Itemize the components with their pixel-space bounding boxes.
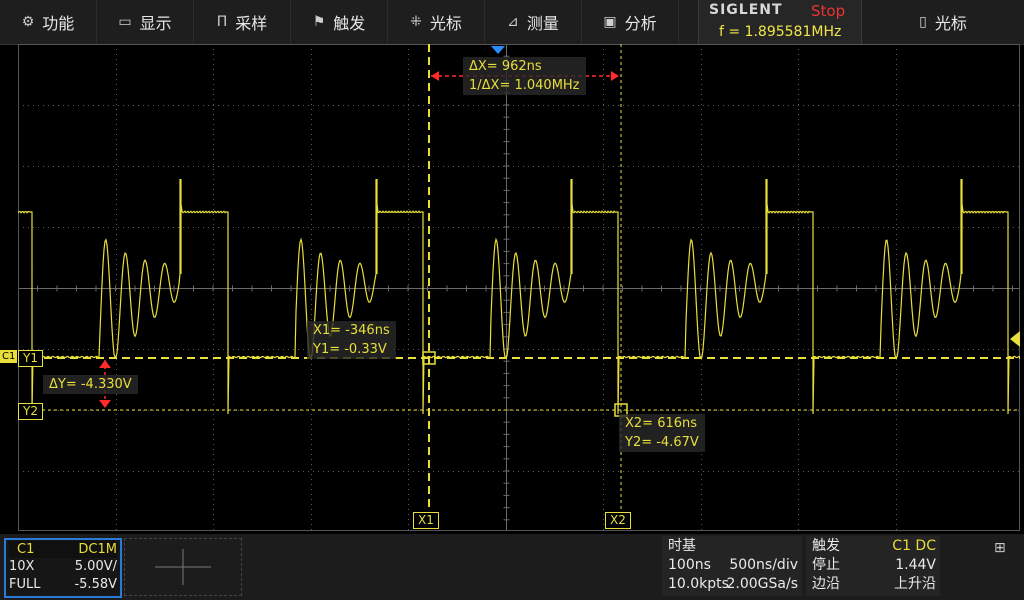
plus-icon: [155, 549, 211, 585]
cursor-softkey-icon: ▯: [919, 14, 927, 30]
trigger-source: C1 DC: [892, 538, 936, 554]
trigger-position-marker[interactable]: [491, 46, 505, 54]
channel1-label: C1: [17, 542, 35, 557]
waveform-display[interactable]: [18, 44, 1020, 531]
display-icon: ▭: [118, 14, 132, 30]
menu-analysis-label: 分析: [624, 14, 657, 33]
timebase-panel[interactable]: 时基 100ns 500ns/div 10.0kpts 2.00GSa/s: [662, 536, 802, 596]
delta-y-readout: ΔY= -4.330V: [43, 375, 138, 394]
trigger-title: 触发: [812, 538, 840, 554]
graticule: [18, 44, 1020, 531]
channel1-probe: 10X: [9, 559, 35, 574]
timebase-delay: 100ns: [668, 557, 711, 573]
trigger-slope: 上升沿: [894, 576, 936, 592]
menu-cursor-button[interactable]: ⁜ 光标: [388, 0, 485, 44]
menu-function-button[interactable]: ⚙ 功能: [0, 0, 97, 44]
menu-acquire-button[interactable]: Π 采样: [194, 0, 291, 44]
channel1-row-probe: 10X 5.00V/: [9, 558, 117, 575]
analysis-icon: ▣: [603, 14, 617, 30]
channel1-panel[interactable]: C1 DC1M 10X 5.00V/ FULL -5.58V: [4, 538, 122, 598]
inverse-delta-x-value: 1/ΔX= 1.040MHz: [469, 78, 580, 93]
menu-cursor-label: 光标: [429, 14, 462, 33]
delta-y-value: ΔY= -4.330V: [49, 377, 132, 392]
brand-logo: SIGLENT: [709, 2, 783, 18]
channel1-scale: 5.00V/: [74, 559, 117, 574]
cursor-y2-tag[interactable]: Y2: [18, 403, 43, 420]
cursor-2-readout: X2= 616ns Y2= -4.67V: [619, 414, 705, 452]
timebase-sample-rate: 2.00GSa/s: [726, 576, 799, 592]
crosshair-icon: ⁜: [410, 14, 422, 30]
cursor-y1-tag[interactable]: Y1: [18, 350, 43, 367]
cursor-x2-tag[interactable]: X2: [605, 512, 631, 529]
trigger-state: 停止: [812, 557, 840, 573]
flag-icon: ⚑: [312, 14, 326, 30]
grid-border: [18, 44, 1020, 531]
trigger-level: 1.44V: [895, 557, 936, 573]
x1-value: X1= -346ns: [313, 323, 390, 338]
channel1-row-offset: FULL -5.58V: [9, 576, 117, 593]
menu-display-label: 显示: [139, 14, 172, 33]
timebase-scale: 500ns/div: [729, 557, 798, 573]
trigger-type: 边沿: [812, 576, 840, 592]
menu-measure-label: 测量: [526, 14, 559, 33]
graticule-axes: [18, 44, 1020, 531]
utility-icon[interactable]: ⊞: [994, 540, 1006, 556]
menu-acquire-label: 采样: [235, 14, 268, 33]
cursor-x1-tag[interactable]: X1: [413, 512, 439, 529]
channel1-waveform: [18, 179, 1020, 415]
channel1-offset-marker[interactable]: C1: [0, 350, 18, 363]
cursor-1-readout: X1= -346ns Y1= -0.33V: [307, 321, 396, 359]
menu-trigger-button[interactable]: ⚑ 触发: [291, 0, 388, 44]
channel1-coupling: DC1M: [78, 542, 117, 557]
menu-bar: ⚙ 功能 ▭ 显示 Π 采样 ⚑ 触发 ⁜ 光标 ⊿ 测量 ▣ 分析 SIGLE…: [0, 0, 1024, 45]
trigger-level-marker[interactable]: [1010, 331, 1020, 347]
menu-analysis-button[interactable]: ▣ 分析: [582, 0, 679, 44]
trigger-panel[interactable]: 触发 C1 DC 停止 1.44V 边沿 上升沿: [806, 536, 940, 596]
delta-x-value: ΔX= 962ns: [469, 59, 542, 74]
gear-icon: ⚙: [21, 14, 35, 30]
softkey-cursor-button[interactable]: ▯ 光标: [862, 0, 1024, 44]
y1-value: Y1= -0.33V: [313, 342, 387, 357]
acquire-icon: Π: [216, 14, 228, 30]
channel1-header: C1 DC1M: [9, 541, 117, 558]
add-channel-panel[interactable]: [124, 538, 242, 596]
timebase-memory: 10.0kpts: [668, 576, 729, 592]
x2-value: X2= 616ns: [625, 416, 698, 431]
menu-display-button[interactable]: ▭ 显示: [97, 0, 194, 44]
brand-status: SIGLENT Stop f = 1.895581MHz: [698, 0, 862, 44]
run-stop-status[interactable]: Stop: [811, 2, 845, 20]
frequency-counter: f = 1.895581MHz: [719, 24, 842, 40]
channel1-bandwidth: FULL: [9, 577, 41, 592]
timebase-title: 时基: [668, 538, 696, 554]
menu-measure-button[interactable]: ⊿ 测量: [485, 0, 582, 44]
delta-x-readout: ΔX= 962ns 1/ΔX= 1.040MHz: [463, 57, 586, 95]
channel1-offset: -5.58V: [74, 577, 117, 592]
menu-function-label: 功能: [42, 14, 75, 33]
softkey-cursor-label: 光标: [934, 14, 967, 33]
measure-icon: ⊿: [507, 14, 519, 30]
y2-value: Y2= -4.67V: [625, 435, 699, 450]
menu-trigger-label: 触发: [333, 14, 366, 33]
